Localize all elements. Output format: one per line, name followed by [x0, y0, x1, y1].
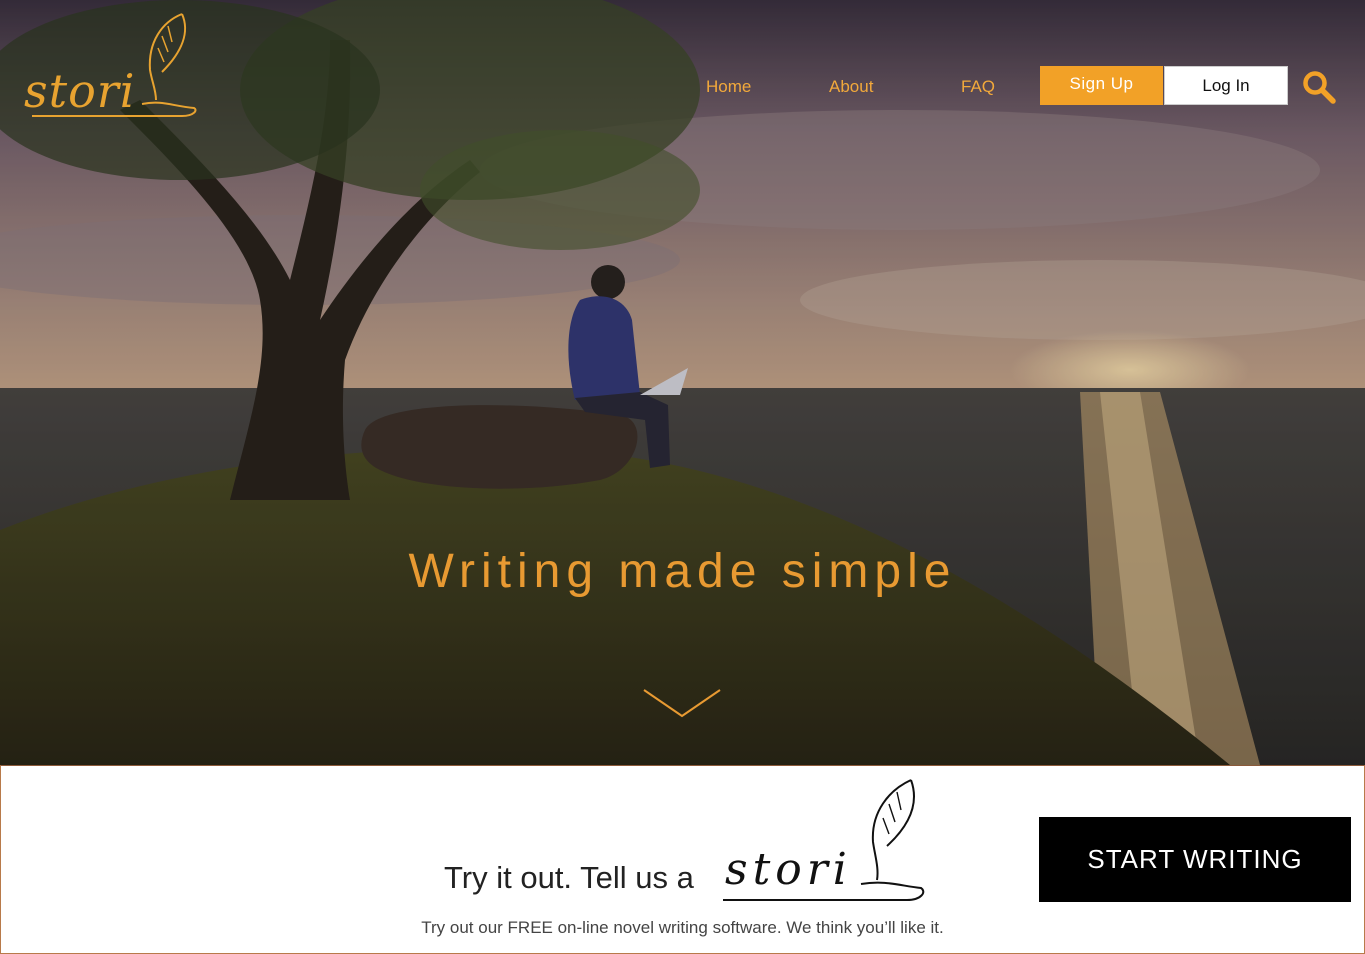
- log-in-button[interactable]: Log In: [1164, 66, 1288, 105]
- hero-section: stori Home About FAQ Sign Up Log In Writ…: [0, 0, 1365, 765]
- search-icon[interactable]: [1302, 70, 1336, 104]
- cta-subtext-label: Try out our FREE on-line novel writing s…: [421, 918, 944, 937]
- sign-up-button[interactable]: Sign Up: [1040, 66, 1163, 105]
- nav-faq[interactable]: FAQ: [961, 77, 995, 97]
- nav-home[interactable]: Home: [706, 77, 751, 97]
- logo-text: stori: [24, 64, 136, 118]
- hero-overlay: [0, 0, 1365, 765]
- nav-about[interactable]: About: [829, 77, 873, 97]
- cta-subtext: Try out our FREE on-line novel writing s…: [1, 918, 1364, 938]
- cta-logo-text: stori: [725, 844, 852, 895]
- hero-title: Writing made simple: [408, 545, 957, 599]
- start-writing-button[interactable]: START WRITING: [1039, 817, 1351, 902]
- brand-logo[interactable]: stori: [22, 12, 202, 124]
- cta-logo: stori: [721, 776, 931, 908]
- cta-section: Try it out. Tell us a stori Try out our …: [0, 765, 1365, 954]
- chevron-down-icon[interactable]: [640, 686, 724, 720]
- cta-heading: Try it out. Tell us a: [444, 860, 694, 895]
